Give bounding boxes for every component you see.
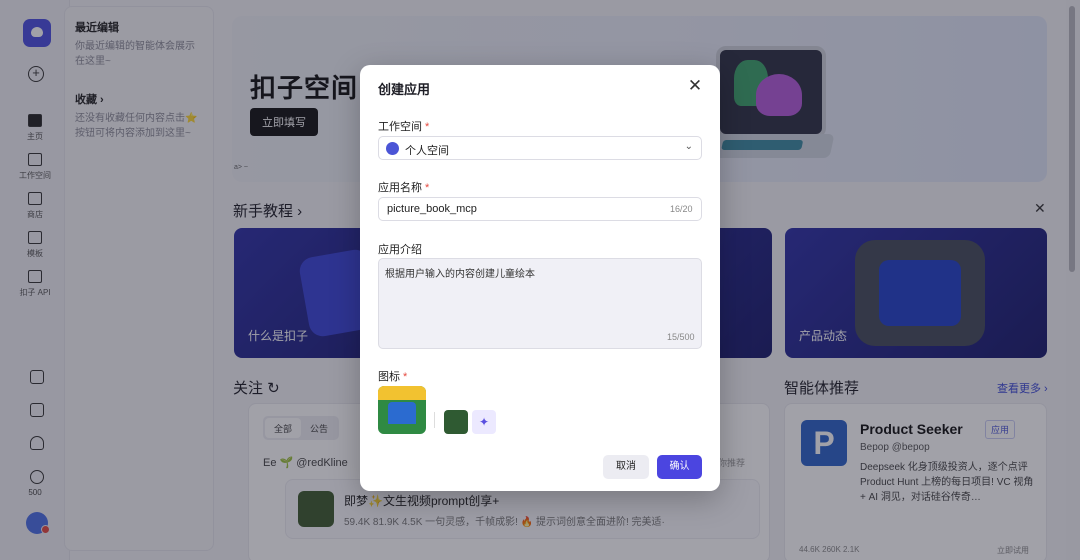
create-app-dialog: 创建应用 ✕ 工作空间* 个人空间 ⌄ 应用名称* 16/20 应用介绍 根据用… xyxy=(360,65,720,491)
required-mark: * xyxy=(403,371,408,383)
ai-generate-icon[interactable]: ✦ xyxy=(472,410,496,434)
divider xyxy=(434,412,435,428)
cancel-button[interactable]: 取消 xyxy=(603,455,649,479)
workspace-label: 工作空间 * xyxy=(378,118,429,134)
app-intro-char-count: 15/500 xyxy=(667,332,695,342)
app-intro-label: 应用介绍 xyxy=(378,244,422,256)
chevron-down-icon: ⌄ xyxy=(684,141,693,152)
app-name-input[interactable] xyxy=(378,197,702,221)
icon-label: 图标 * xyxy=(378,368,407,384)
app-name-label-text: 应用名称 xyxy=(378,182,422,194)
icon-label-text: 图标 xyxy=(378,371,400,383)
app-name-label: 应用名称 * xyxy=(378,179,429,195)
user-icon xyxy=(386,142,399,155)
app-intro-textarea[interactable]: 根据用户输入的内容创建儿童绘本 xyxy=(378,258,702,349)
confirm-button[interactable]: 确认 xyxy=(657,455,702,479)
app-icon-option[interactable] xyxy=(444,410,468,434)
workspace-label-text: 工作空间 xyxy=(378,121,422,133)
app-name-char-count: 16/20 xyxy=(670,204,693,214)
required-mark: * xyxy=(425,121,430,133)
workspace-value: 个人空间 xyxy=(405,145,449,157)
close-icon[interactable]: ✕ xyxy=(686,77,704,95)
dialog-title: 创建应用 xyxy=(378,82,431,97)
workspace-select[interactable]: 个人空间 ⌄ xyxy=(378,136,702,160)
app-icon-preview[interactable] xyxy=(378,386,426,434)
required-mark: * xyxy=(425,182,430,194)
